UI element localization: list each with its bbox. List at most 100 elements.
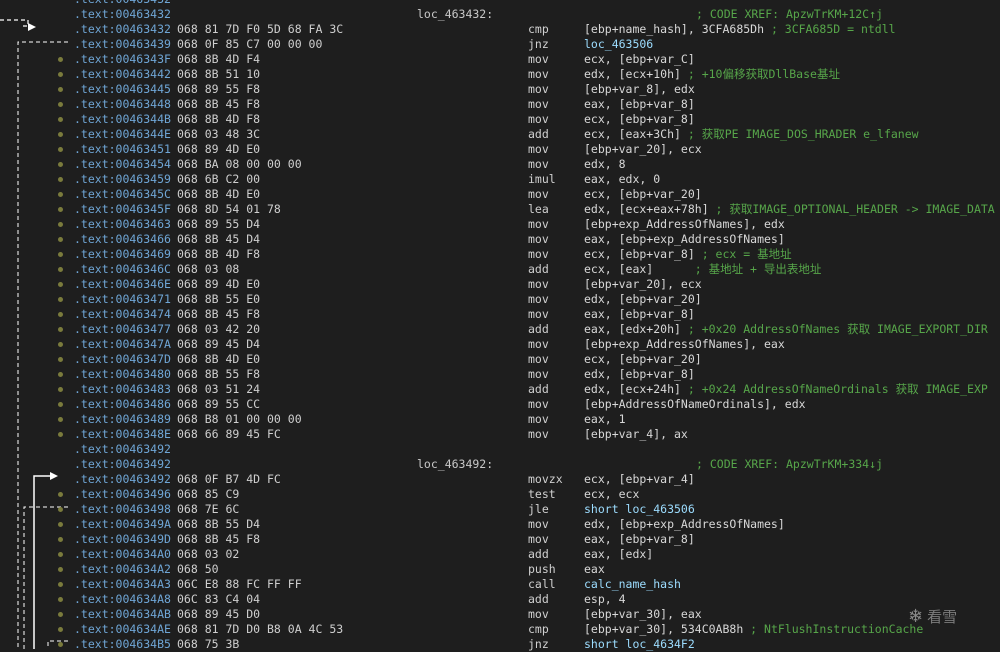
- code-line[interactable]: .text:00463477 068 03 42 20 add eax, [edx+2…: [0, 322, 1000, 337]
- code-line[interactable]: .text:00463459 068 6B C2 00 imul eax, edx, …: [0, 172, 1000, 187]
- breakpoint-dot[interactable]: [58, 357, 63, 362]
- breakpoint-dot[interactable]: [58, 642, 63, 647]
- breakpoint-dot[interactable]: [58, 102, 63, 107]
- breakpoint-dot[interactable]: [58, 552, 63, 557]
- operands[interactable]: [ebp+name_hash], 3CFA685Dh ; 3CFA685D = …: [584, 22, 896, 37]
- code-line[interactable]: .text:00463483 068 03 51 24 add edx, [ecx+2…: [0, 382, 1000, 397]
- breakpoint-dot[interactable]: [58, 147, 63, 152]
- operand-text[interactable]: [ebp+exp_AddressOfNames], edx: [584, 217, 785, 231]
- code-line[interactable]: .text:00463454 068 BA 08 00 00 00 mov edx, …: [0, 157, 1000, 172]
- operand-text[interactable]: eax, edx, 0: [584, 172, 660, 186]
- breakpoint-dot[interactable]: [58, 252, 63, 257]
- code-line[interactable]: .text:00463451 068 89 4D E0 mov [ebp+var_20…: [0, 142, 1000, 157]
- line-address[interactable]: .text:004634A3: [74, 577, 171, 592]
- line-address[interactable]: .text:00463432: [74, 7, 171, 22]
- operands[interactable]: edx, [ecx+24h] ; +0x24 AddressOfNameOrdi…: [584, 382, 988, 397]
- line-address[interactable]: .text:00463483: [74, 382, 171, 397]
- operand-text[interactable]: edx, [ecx+24h]: [584, 382, 681, 396]
- code-line[interactable]: .text:0046346C 068 03 08 add ecx, [eax] ; 基…: [0, 262, 1000, 277]
- operand-text[interactable]: eax: [584, 562, 605, 576]
- operand-text[interactable]: eax, [ebp+exp_AddressOfNames]: [584, 232, 785, 246]
- code-line[interactable]: .text:00463445 068 89 55 F8 mov [ebp+var_8]…: [0, 82, 1000, 97]
- breakpoint-dot[interactable]: [58, 222, 63, 227]
- line-address[interactable]: .text:004634A2: [74, 562, 171, 577]
- line-address[interactable]: .text:004634B5: [74, 637, 171, 652]
- line-address[interactable]: .text:00463451: [74, 142, 171, 157]
- breakpoint-dot[interactable]: [58, 627, 63, 632]
- breakpoint-dot[interactable]: [58, 327, 63, 332]
- line-address[interactable]: .text:0046346C: [74, 262, 171, 277]
- code-line[interactable]: .text:004634AB 068 89 45 D0 mov [ebp+var_30…: [0, 607, 1000, 622]
- line-address[interactable]: .text:0046345C: [74, 187, 171, 202]
- operand-text[interactable]: ecx, [eax+3Ch]: [584, 127, 681, 141]
- breakpoint-dot[interactable]: [58, 237, 63, 242]
- operands[interactable]: [ebp+var_30], 534C0AB8h ; NtFlushInstruc…: [584, 622, 923, 637]
- line-address[interactable]: .text:0046344B: [74, 112, 171, 127]
- line-address[interactable]: .text:0046344E: [74, 127, 171, 142]
- code-line[interactable]: .text:004634A8 06C 83 C4 04 add esp, 4: [0, 592, 1000, 607]
- breakpoint-dot[interactable]: [58, 132, 63, 137]
- operand-text[interactable]: [ebp+var_4], ax: [584, 427, 688, 441]
- operands[interactable]: eax, [ebp+var_8]: [584, 532, 695, 547]
- code-line[interactable]: .text:0046349A 068 8B 55 D4 mov edx, [ebp+e…: [0, 517, 1000, 532]
- operands[interactable]: edx, [ecx+10h] ; +10偏移获取DllBase基址: [584, 67, 840, 82]
- line-address[interactable]: .text:00463471: [74, 292, 171, 307]
- line-address[interactable]: .text:00463439: [74, 37, 171, 52]
- code-label[interactable]: loc_463432:: [417, 7, 493, 22]
- operand-text[interactable]: eax, [edx]: [584, 547, 653, 561]
- operand-text[interactable]: esp, 4: [584, 592, 626, 606]
- code-line[interactable]: .text:004634A3 06C E8 88 FC FF FF call calc…: [0, 577, 1000, 592]
- code-line[interactable]: .text:0046344B 068 8B 4D F8 mov ecx, [ebp+v…: [0, 112, 1000, 127]
- operands[interactable]: eax: [584, 562, 605, 577]
- line-address[interactable]: .text:00463442: [74, 67, 171, 82]
- code-line[interactable]: .text:00463448 068 8B 45 F8 mov eax, [ebp+v…: [0, 97, 1000, 112]
- code-line[interactable]: .text:0046344E 068 03 48 3C add ecx, [eax+3…: [0, 127, 1000, 142]
- code-label[interactable]: loc_463492:: [417, 457, 493, 472]
- operands[interactable]: calc_name_hash: [584, 577, 681, 592]
- code-line[interactable]: .text:00463489 068 B8 01 00 00 00 mov eax, …: [0, 412, 1000, 427]
- operand-text[interactable]: [ebp+exp_AddressOfNames], eax: [584, 337, 785, 351]
- code-line[interactable]: .text:004634A2 068 50 push eax: [0, 562, 1000, 577]
- line-address[interactable]: .text:0046343F: [74, 52, 171, 67]
- operands[interactable]: [ebp+var_20], ecx: [584, 142, 702, 157]
- line-address[interactable]: .text:00463480: [74, 367, 171, 382]
- breakpoint-dot[interactable]: [58, 387, 63, 392]
- line-address[interactable]: .text:00463492: [74, 457, 171, 472]
- operand-text[interactable]: eax, [ebp+var_8]: [584, 532, 695, 546]
- line-address[interactable]: .text:004634A0: [74, 547, 171, 562]
- code-line[interactable]: .text:00463492 loc_463492: ; CODE XREF: Ap…: [0, 457, 1000, 472]
- line-address[interactable]: .text:00463469: [74, 247, 171, 262]
- code-line[interactable]: .text:004634AE 068 81 7D D0 B8 0A 4C 53 cm…: [0, 622, 1000, 637]
- operands[interactable]: eax, [ebp+var_8]: [584, 97, 695, 112]
- operand-text[interactable]: ecx, [ebp+var_8]: [584, 112, 695, 126]
- line-address[interactable]: .text:00463489: [74, 412, 171, 427]
- breakpoint-dot[interactable]: [58, 177, 63, 182]
- operands[interactable]: loc_463506: [584, 37, 653, 52]
- operands[interactable]: ecx, [eax] ; 基地址 + 导出表地址: [584, 262, 821, 277]
- breakpoint-dot[interactable]: [58, 402, 63, 407]
- operand-text[interactable]: edx, [ebp+var_8]: [584, 367, 695, 381]
- breakpoint-dot[interactable]: [58, 372, 63, 377]
- code-line[interactable]: .text:00463466 068 8B 45 D4 mov eax, [ebp+e…: [0, 232, 1000, 247]
- operands[interactable]: ecx, [ebp+var_20]: [584, 187, 702, 202]
- operands[interactable]: edx, [ebp+var_8]: [584, 367, 695, 382]
- operands[interactable]: eax, [edx+20h] ; +0x20 AddressOfNames 获取…: [584, 322, 988, 337]
- operand-text[interactable]: calc_name_hash: [584, 577, 681, 591]
- code-line[interactable]: .text:00463463 068 89 55 D4 mov [ebp+exp_Ad…: [0, 217, 1000, 232]
- operand-text[interactable]: ecx, ecx: [584, 487, 639, 501]
- breakpoint-dot[interactable]: [58, 537, 63, 542]
- operand-text[interactable]: [ebp+var_30], 534C0AB8h: [584, 622, 743, 636]
- code-line[interactable]: .text:0046343F 068 8B 4D F4 mov ecx, [ebp+v…: [0, 52, 1000, 67]
- operand-text[interactable]: [ebp+var_30], eax: [584, 607, 702, 621]
- operand-text[interactable]: edx, [ebp+var_20]: [584, 292, 702, 306]
- breakpoint-dot[interactable]: [58, 282, 63, 287]
- operands[interactable]: [ebp+AddressOfNameOrdinals], edx: [584, 397, 806, 412]
- line-address[interactable]: .text:00463445: [74, 82, 171, 97]
- breakpoint-dot[interactable]: [58, 87, 63, 92]
- operand-text[interactable]: ecx, [ebp+var_4]: [584, 472, 695, 486]
- code-line[interactable]: .text:00463432: [0, 0, 1000, 7]
- operand-text[interactable]: [ebp+var_20], ecx: [584, 277, 702, 291]
- code-line[interactable]: .text:00463469 068 8B 4D F8 mov ecx, [ebp+v…: [0, 247, 1000, 262]
- operand-text[interactable]: ecx, [ebp+var_20]: [584, 187, 702, 201]
- line-address[interactable]: .text:00463454: [74, 157, 171, 172]
